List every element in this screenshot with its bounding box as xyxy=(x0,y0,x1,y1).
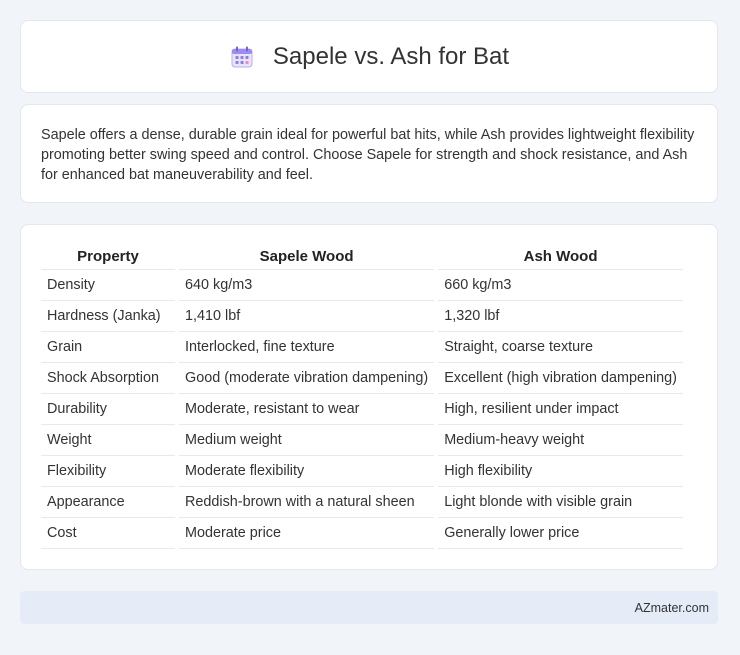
table-row: Shock Absorption Good (moderate vibration… xyxy=(41,362,683,394)
table-body: Density 640 kg/m3 660 kg/m3 Hardness (Janka… xyxy=(41,269,683,549)
cell-ash: Generally lower price xyxy=(434,517,683,549)
cell-ash: Light blonde with visible grain xyxy=(434,486,683,518)
table-row: Appearance Reddish-brown with a natural s… xyxy=(41,486,683,518)
cell-sapele: Good (moderate vibration dampening) xyxy=(174,362,437,394)
table-row: Density 640 kg/m3 660 kg/m3 xyxy=(41,269,683,301)
table-row: Flexibility Moderate flexibility High flex… xyxy=(41,455,683,487)
cell-sapele: 1,410 lbf xyxy=(174,300,437,332)
comparison-table: Property Sapele Wood Ash Wood Density 640… xyxy=(41,243,683,549)
table-row: Weight Medium weight Medium-heavy weight xyxy=(41,424,683,456)
cell-ash: High flexibility xyxy=(434,455,683,487)
table-header-row: Property Sapele Wood Ash Wood xyxy=(41,243,683,270)
table-row: Grain Interlocked, fine texture Straight, … xyxy=(41,331,683,363)
header-ash: Ash Wood xyxy=(434,243,683,270)
cell-ash: Medium-heavy weight xyxy=(434,424,683,456)
cell-property: Flexibility xyxy=(41,455,177,487)
cell-ash: Straight, coarse texture xyxy=(434,331,683,363)
cell-property: Density xyxy=(41,269,177,301)
cell-property: Cost xyxy=(41,517,177,549)
summary-text: Sapele offers a dense, durable grain ide… xyxy=(41,127,695,183)
footer-brand: AZmater.com xyxy=(634,600,709,615)
cell-ash: High, resilient under impact xyxy=(434,393,683,425)
cell-ash: Excellent (high vibration dampening) xyxy=(434,362,683,394)
cell-sapele: Moderate price xyxy=(174,517,437,549)
cell-property: Durability xyxy=(41,393,177,425)
comparison-table-card: Property Sapele Wood Ash Wood Density 640… xyxy=(20,224,718,570)
cell-sapele: Moderate flexibility xyxy=(174,455,437,487)
title-card: Sapele vs. Ash for Bat xyxy=(20,20,718,93)
cell-sapele: Medium weight xyxy=(174,424,437,456)
footer: AZmater.com xyxy=(20,591,718,624)
cell-property: Grain xyxy=(41,331,177,363)
page-title: Sapele vs. Ash for Bat xyxy=(272,42,510,70)
table-row: Cost Moderate price Generally lower price xyxy=(41,517,683,549)
cell-property: Shock Absorption xyxy=(41,362,177,394)
title-wrap: Sapele vs. Ash for Bat xyxy=(229,43,509,71)
header-sapele: Sapele Wood xyxy=(174,243,437,270)
table-row: Hardness (Janka) 1,410 lbf 1,320 lbf xyxy=(41,300,683,332)
calendar-icon xyxy=(229,44,255,70)
cell-ash: 1,320 lbf xyxy=(434,300,683,332)
summary-card: Sapele offers a dense, durable grain ide… xyxy=(20,104,718,203)
table-row: Durability Moderate, resistant to wear Hig… xyxy=(41,393,683,425)
header-property: Property xyxy=(77,247,139,265)
cell-property: Hardness (Janka) xyxy=(41,300,177,332)
cell-property: Weight xyxy=(41,424,177,456)
cell-sapele: Moderate, resistant to wear xyxy=(174,393,437,425)
cell-sapele: Reddish-brown with a natural sheen xyxy=(174,486,437,518)
cell-sapele: 640 kg/m3 xyxy=(174,269,437,301)
cell-sapele: Interlocked, fine texture xyxy=(174,331,437,363)
cell-property: Appearance xyxy=(41,486,177,518)
cell-ash: 660 kg/m3 xyxy=(434,269,683,301)
